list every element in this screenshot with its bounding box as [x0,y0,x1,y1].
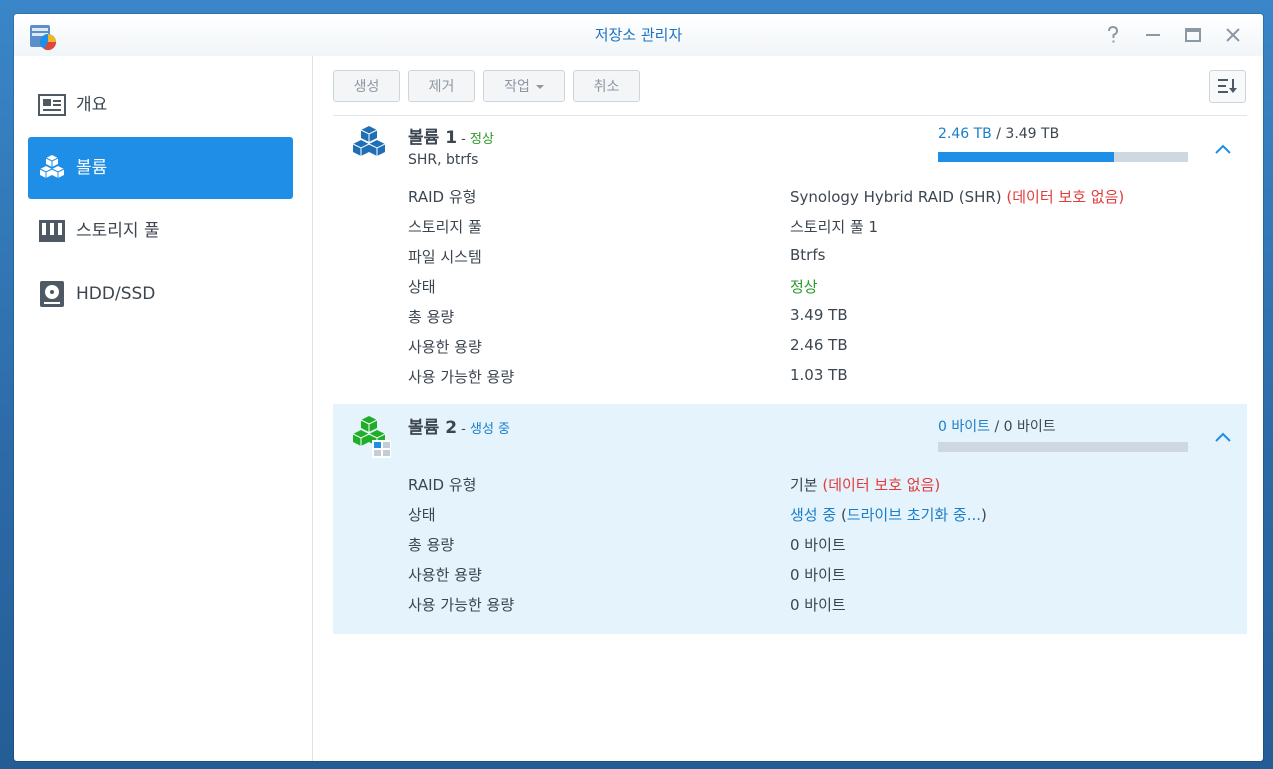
remove-button[interactable]: 제거 [408,70,475,102]
capacity-bar [938,152,1188,162]
sidebar-item-label: 볼륨 [76,158,108,178]
title-separator: - [457,422,470,437]
capacity-separator: / [991,126,1006,142]
volume-1-panel: 볼륨 1 - 정상 SHR, btrfs 2.46 TB / 3.49 TB R… [333,116,1247,404]
volume-subtitle: SHR, btrfs [408,152,479,168]
detail-value: Synology Hybrid RAID (SHR) (데이터 보호 없음) [790,186,1124,207]
detail-value: 스토리지 풀 1 [790,218,879,236]
action-dropdown-button[interactable]: 작업 [483,70,565,102]
raid-type-value: 기본 [790,476,818,494]
detail-label: 상태 [408,278,436,296]
help-icon[interactable] [1103,25,1123,45]
storage-manager-window: 저장소 관리자 개요 볼륨 스토리지 풀 HDD/SSD 생성 제거 작업 취소… [14,14,1263,761]
create-button[interactable]: 생성 [333,70,400,102]
detail-value: 2.46 TB [790,336,848,354]
capacity-bar-fill [938,152,1115,162]
detail-label: 스토리지 풀 [408,218,482,236]
sidebar-item-hdd-ssd[interactable]: HDD/SSD [28,263,293,325]
hdd-icon [40,281,64,307]
status-value: 생성 중 [790,506,837,524]
capacity-separator: / [990,419,1004,435]
detail-label: 사용한 용량 [408,338,482,356]
detail-label: 파일 시스템 [408,248,482,266]
action-label: 작업 [504,79,530,95]
overview-icon [38,94,66,116]
volume-cubes-icon [352,126,386,156]
sidebar-item-label: HDD/SSD [76,284,156,304]
raid-warning: (데이터 보호 없음) [817,476,941,494]
detail-value: 생성 중 (드라이브 초기화 중...) [790,504,987,525]
capacity-total: 3.49 TB [1005,126,1060,142]
sidebar-item-overview[interactable]: 개요 [28,74,293,136]
minimize-icon[interactable] [1143,25,1163,45]
sidebar-item-label: 스토리지 풀 [76,221,160,241]
capacity-readout: 0 바이트 / 0 바이트 [938,416,1056,436]
detail-value: 0 바이트 [790,596,846,614]
raid-type-value: Synology Hybrid RAID (SHR) [790,188,1002,206]
status-badge: 정상 [470,132,494,147]
volume-creating-icon [352,416,391,458]
capacity-used: 0 바이트 [938,419,990,435]
detail-label: RAID 유형 [408,476,477,494]
volume-icon [39,155,65,178]
detail-label: RAID 유형 [408,188,477,206]
detail-value: 1.03 TB [790,366,848,384]
status-badge: 생성 중 [470,422,511,437]
sidebar: 개요 볼륨 스토리지 풀 HDD/SSD [14,56,313,761]
storage-pool-icon [39,220,65,242]
volume-title: 볼륨 1 - 정상 [408,123,494,148]
title-bar[interactable]: 저장소 관리자 [14,14,1263,56]
detail-label: 사용한 용량 [408,566,482,584]
volume-title: 볼륨 2 - 생성 중 [408,413,510,438]
sort-icon [1218,79,1237,93]
detail-value: Btrfs [790,246,826,264]
chevron-up-icon[interactable] [1213,430,1233,444]
title-separator: - [457,132,470,147]
detail-value: 3.49 TB [790,306,848,324]
detail-label: 상태 [408,506,436,524]
detail-label: 사용 가능한 용량 [408,368,515,386]
cancel-button[interactable]: 취소 [573,70,640,102]
sidebar-item-storage-pool[interactable]: 스토리지 풀 [28,200,293,262]
capacity-total: 0 바이트 [1003,419,1056,435]
detail-value: 0 바이트 [790,536,846,554]
sidebar-item-volume[interactable]: 볼륨 [28,137,293,199]
status-note: 드라이브 초기화 중... [846,506,982,524]
volume-2-panel: 볼륨 2 - 생성 중 0 바이트 / 0 바이트 RAID 유형 기본 (데이… [333,404,1247,634]
detail-label: 총 용량 [408,308,455,326]
status-note-open: ( [836,506,847,524]
window-title: 저장소 관리자 [594,26,683,44]
volume-name: 볼륨 1 [408,128,458,148]
detail-value: 기본 (데이터 보호 없음) [790,474,940,495]
close-icon[interactable] [1223,25,1243,45]
raid-warning: (데이터 보호 없음) [1001,188,1125,206]
sort-button[interactable] [1209,70,1246,103]
chevron-down-icon [535,85,544,89]
chevron-up-icon[interactable] [1213,142,1233,156]
detail-label: 총 용량 [408,536,455,554]
status-value: 정상 [790,278,818,296]
status-note-close: ) [981,506,987,524]
detail-value: 0 바이트 [790,566,846,584]
capacity-bar [938,442,1188,452]
detail-label: 사용 가능한 용량 [408,596,515,614]
maximize-icon[interactable] [1183,25,1203,45]
volume-name: 볼륨 2 [408,418,458,438]
capacity-used: 2.46 TB [938,126,992,142]
main-panel: 생성 제거 작업 취소 볼륨 1 - 정상 SHR, btrfs 2.46 TB… [313,56,1263,761]
capacity-readout: 2.46 TB / 3.49 TB [938,126,1059,142]
sidebar-item-label: 개요 [76,95,108,115]
